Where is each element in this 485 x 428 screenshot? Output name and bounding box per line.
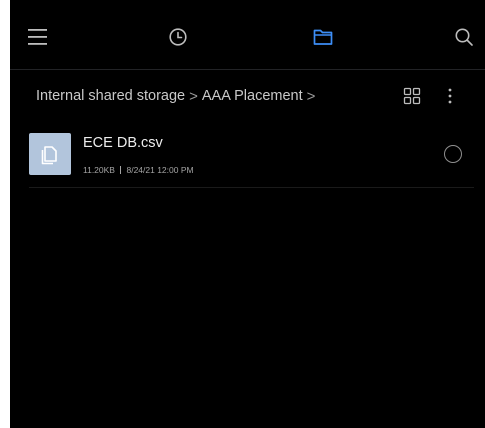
grid-view-button[interactable] — [398, 82, 426, 110]
breadcrumb-separator: > — [189, 87, 198, 105]
breadcrumb-separator: > — [306, 87, 316, 105]
file-size: 11.20KB — [83, 165, 115, 175]
row-divider — [29, 187, 474, 188]
file-metadata: 11.20KB 8/24/21 12:00 PM — [83, 165, 194, 175]
breadcrumb-item-aaa-placement[interactable]: AAA Placement — [202, 88, 303, 104]
search-icon — [455, 28, 473, 46]
clock-icon — [169, 28, 187, 46]
grid-view-icon — [403, 87, 421, 105]
file-name: ECE DB.csv — [83, 135, 163, 151]
more-vert-icon — [448, 88, 452, 104]
top-toolbar — [10, 0, 485, 70]
file-list-item[interactable]: ECE DB.csv 11.20KB 8/24/21 12:00 PM — [10, 122, 485, 188]
breadcrumb: Internal shared storage > AAA Placement … — [36, 84, 319, 108]
search-button[interactable] — [446, 20, 482, 54]
folder-icon — [313, 29, 333, 45]
menu-button[interactable] — [20, 20, 56, 54]
file-thumbnail — [29, 133, 71, 175]
file-modified-date: 8/24/21 12:00 PM — [126, 165, 194, 175]
meta-separator — [119, 166, 122, 174]
document-icon — [41, 146, 57, 165]
menu-icon — [28, 29, 47, 45]
file-manager-screen: Internal shared storage > AAA Placement … — [10, 0, 485, 428]
more-options-button[interactable] — [438, 82, 462, 110]
select-checkbox[interactable] — [444, 145, 462, 163]
breadcrumb-item-internal-storage[interactable]: Internal shared storage — [36, 88, 185, 104]
recent-tab[interactable] — [160, 20, 196, 54]
toolbar-divider — [10, 69, 485, 70]
files-tab[interactable] — [305, 20, 341, 54]
